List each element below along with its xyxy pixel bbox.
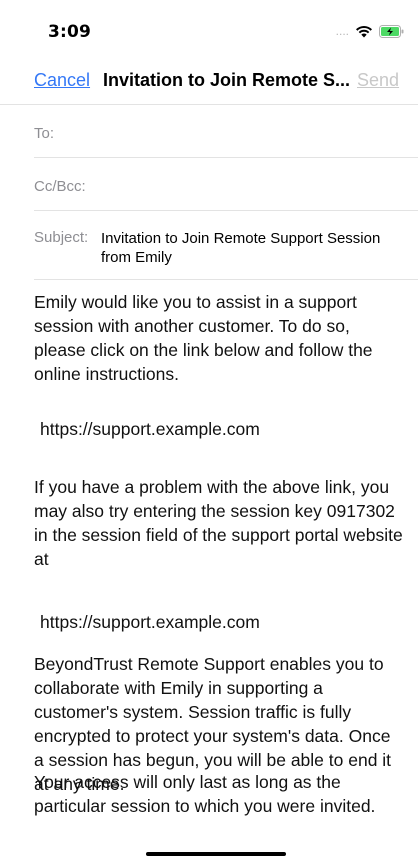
to-label: To: xyxy=(34,125,55,142)
subject-label: Subject: xyxy=(34,229,89,246)
message-paragraph-session-key: If you have a problem with the above lin… xyxy=(34,477,403,569)
subject-field[interactable]: Subject: Invitation to Join Remote Suppo… xyxy=(34,211,418,280)
subject-value[interactable]: Invitation to Join Remote Support Sessio… xyxy=(101,229,381,267)
wifi-icon xyxy=(355,25,373,38)
cc-bcc-field[interactable]: Cc/Bcc: xyxy=(34,158,418,211)
message-paragraph-access: Your access will only last as long as th… xyxy=(34,772,376,816)
compose-title: Invitation to Join Remote S... xyxy=(103,70,351,90)
cc-bcc-label: Cc/Bcc: xyxy=(34,178,86,195)
signal-dots-icon: .... xyxy=(335,24,349,38)
status-bar: 3:09 .... xyxy=(0,0,418,60)
to-field[interactable]: To: xyxy=(34,105,418,158)
compose-nav-bar: Cancel Invitation to Join Remote S... Se… xyxy=(0,60,418,105)
support-link[interactable]: https://support.example.com xyxy=(40,417,410,441)
send-button[interactable]: Send xyxy=(357,70,399,91)
status-time: 3:09 xyxy=(48,22,92,42)
status-icons: .... xyxy=(336,24,404,38)
message-paragraph-intro: Emily would like you to assist in a supp… xyxy=(34,292,373,384)
support-portal-link[interactable]: https://support.example.com xyxy=(40,610,410,634)
battery-charging-icon xyxy=(379,24,404,38)
home-indicator[interactable] xyxy=(146,852,286,856)
cancel-button[interactable]: Cancel xyxy=(34,70,90,91)
